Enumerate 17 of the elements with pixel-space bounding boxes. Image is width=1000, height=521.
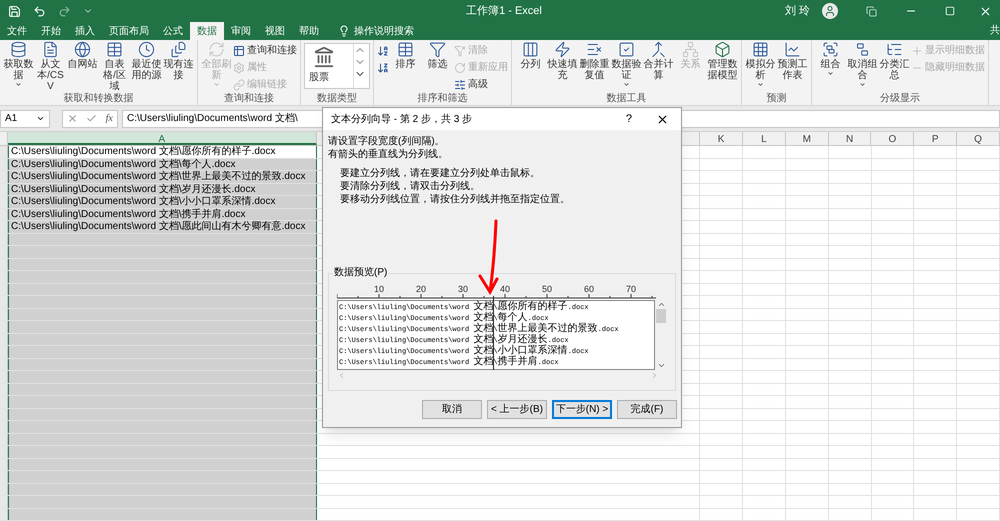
instruction-text: 请设置字段宽度(列间隔)。: [328, 135, 446, 148]
instruction-text: 要建立分列线，请在要建立分列处单击鼠标。: [340, 167, 541, 180]
group-label: 数据类型: [316, 93, 358, 105]
instruction-text: 有箭头的垂直线为分列线。: [328, 148, 449, 161]
dialog-title: 文本分列向导 - 第 2 步，共 3 步: [331, 112, 474, 126]
preview-label: 数据预览(P): [333, 267, 388, 279]
group-label: 获取和转换数据: [62, 93, 134, 105]
gallery-label: 股票: [309, 71, 329, 85]
instruction-text: 要清除分列线，请双击分列线。: [340, 180, 481, 193]
window-title: 工作簿1 - Excel: [466, 4, 542, 19]
group-label: 预测: [766, 93, 788, 105]
user-name: 刘 玲: [784, 4, 810, 19]
group-label: 查询和连接: [223, 93, 275, 105]
group-label: 排序和筛选: [416, 93, 468, 105]
group-label: 分级显示: [879, 93, 921, 105]
instruction-text: 要移动分列线位置，请按住分列线并拖至指定位置。: [340, 193, 571, 206]
group-label: 数据工具: [606, 93, 648, 105]
